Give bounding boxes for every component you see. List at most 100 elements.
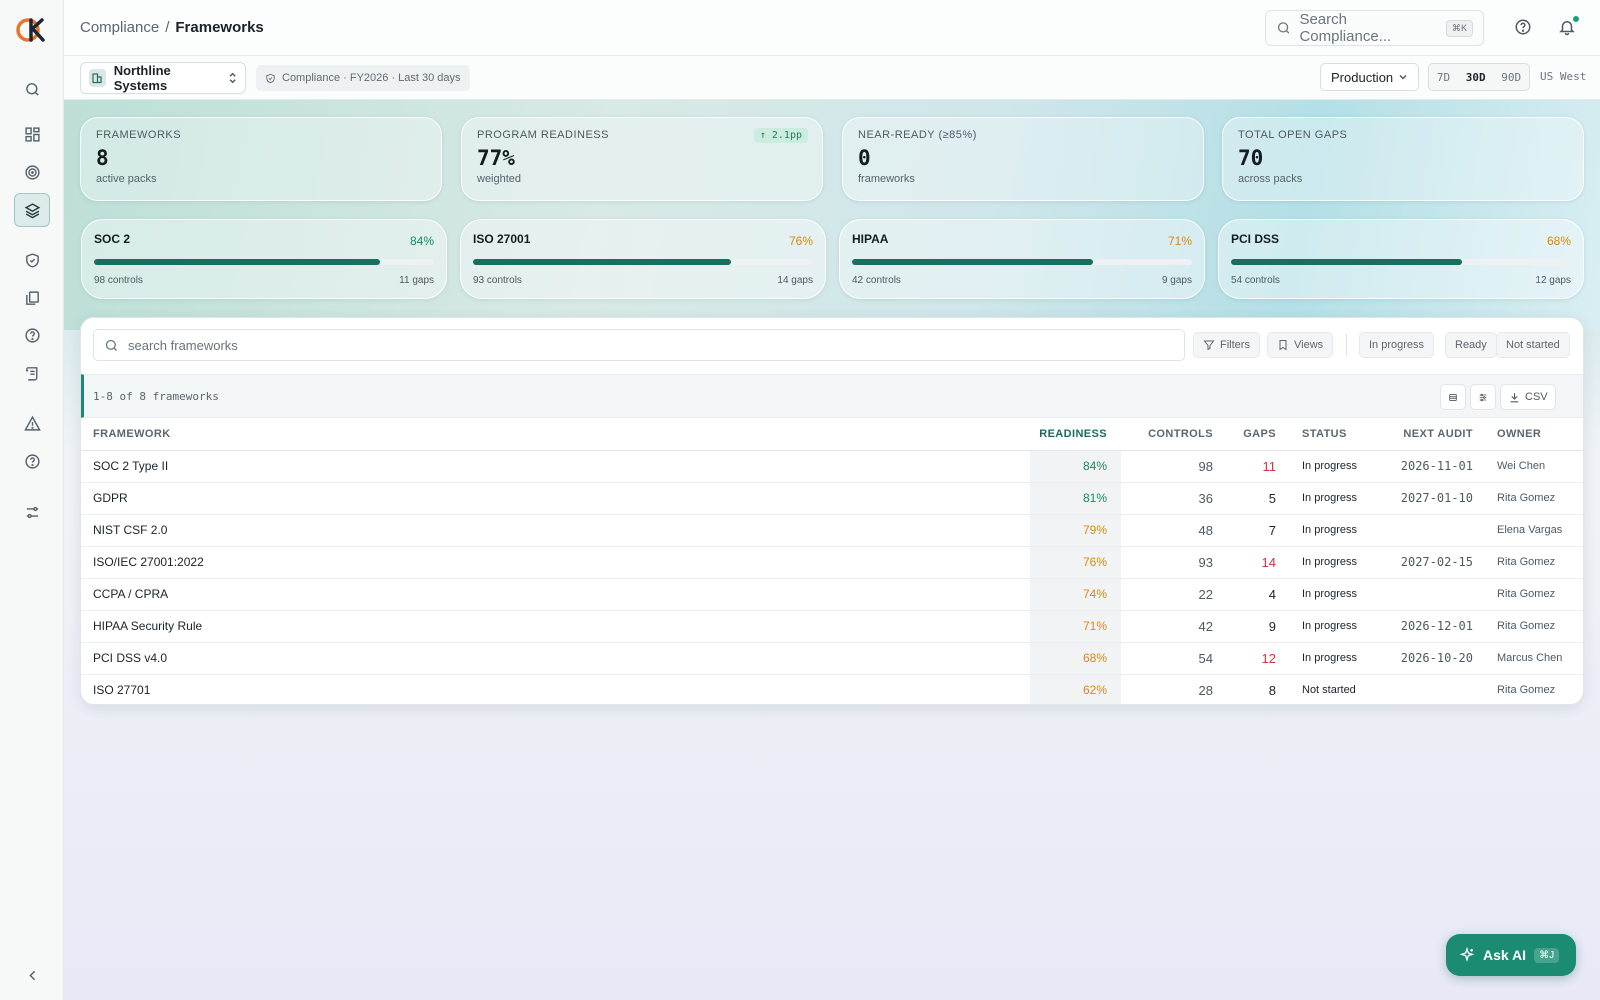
table-header-row: FRAMEWORK READINESS CONTROLS GAPS STATUS… (81, 418, 1583, 451)
filters-button[interactable]: Filters (1193, 332, 1260, 358)
kpi-value: 70 (1238, 146, 1264, 170)
app-logo[interactable] (16, 16, 48, 44)
notification-dot (1572, 15, 1580, 23)
cell-next-audit: 2026-10-20 (1394, 642, 1489, 675)
chip-not-started[interactable]: Not started (1496, 332, 1570, 358)
cell-status: In progress (1294, 642, 1394, 675)
cell-controls: 36 (1121, 482, 1221, 515)
range-90d[interactable]: 90D (1501, 71, 1521, 84)
cell-readiness: 68% (1030, 642, 1121, 675)
cell-gaps: 9 (1221, 610, 1294, 643)
search-shortcut: ⌘K (1445, 19, 1473, 37)
kpi-sub: frameworks (858, 173, 915, 185)
chip-in-progress[interactable]: In progress (1359, 332, 1435, 358)
target-icon[interactable] (14, 155, 50, 189)
layers-icon[interactable] (14, 193, 50, 227)
table-row[interactable]: HIPAA Security Rule 71% 42 9 In progress 2026… (81, 610, 1583, 643)
density-button[interactable] (1440, 384, 1466, 410)
cell-framework: NIST CSF 2.0 (81, 514, 1030, 547)
framework-card-gaps: 14 gaps (777, 275, 813, 286)
environment-value: Production (1331, 69, 1394, 85)
context-bar: Northline Systems Compliance · FY2026 · … (64, 56, 1600, 100)
kpi-near-ready: NEAR-READY (≥85%) 0 frameworks (842, 117, 1204, 201)
chevron-updown-icon (229, 72, 236, 84)
help-circle-icon[interactable] (14, 318, 50, 352)
sliders-icon[interactable] (14, 495, 50, 529)
col-next-audit[interactable]: NEXT AUDIT (1394, 418, 1489, 451)
search-icon (105, 339, 117, 351)
bell-icon[interactable] (1558, 15, 1580, 38)
cell-readiness: 62% (1030, 674, 1121, 704)
dashboard-icon[interactable] (14, 117, 50, 151)
progress-fill (473, 259, 732, 265)
table-row[interactable]: GDPR 81% 36 5 In progress 2027-01-10 Rita Gome… (81, 482, 1583, 515)
columns-settings-button[interactable] (1470, 384, 1496, 410)
chevron-down-icon (1399, 74, 1407, 80)
table-row[interactable]: PCI DSS v4.0 68% 54 12 In progress 2026-10-20… (81, 642, 1583, 675)
context-chip[interactable]: Compliance · FY2026 · Last 30 days (256, 65, 470, 91)
search-placeholder: Search Compliance... (1299, 11, 1392, 45)
table-row[interactable]: ISO/IEC 27001:2022 76% 93 14 In progress 2027… (81, 546, 1583, 579)
cell-controls: 98 (1121, 450, 1221, 483)
scroll-icon[interactable] (14, 356, 50, 390)
cell-controls: 93 (1121, 546, 1221, 579)
collapse-sidebar-icon[interactable] (14, 958, 50, 992)
kpi-sub: weighted (477, 173, 522, 185)
cell-readiness: 76% (1030, 546, 1121, 579)
table-row[interactable]: ISO 27701 62% 28 8 Not started Rita Gomez (81, 674, 1583, 704)
cell-controls: 42 (1121, 610, 1221, 643)
views-button[interactable]: Views (1267, 332, 1334, 358)
rows-icon (1449, 393, 1457, 401)
ask-ai-shortcut: ⌘J (1534, 947, 1560, 963)
environment-select[interactable]: Production (1320, 63, 1419, 91)
support-icon[interactable] (14, 444, 50, 478)
org-name: Northline Systems (113, 63, 171, 93)
kpi-value: 8 (96, 146, 109, 170)
framework-card-pcidss[interactable]: PCI DSS 68% 54 controls 12 gaps (1218, 219, 1584, 299)
col-status[interactable]: STATUS (1294, 418, 1394, 451)
table-row[interactable]: SOC 2 Type II 84% 98 11 In progress 2026-11-0… (81, 450, 1583, 483)
kpi-label: TOTAL OPEN GAPS (1238, 129, 1348, 141)
toolbar-divider (1346, 334, 1347, 356)
col-framework[interactable]: FRAMEWORK (81, 418, 1030, 451)
cell-gaps: 11 (1221, 450, 1294, 483)
bookmark-icon (1279, 340, 1287, 351)
cell-controls: 48 (1121, 514, 1221, 547)
table-row[interactable]: CCPA / CPRA 74% 22 4 In progress Rita Gomez (81, 578, 1583, 611)
csv-export-button[interactable]: CSV (1500, 384, 1556, 410)
breadcrumb-parent[interactable]: Compliance (80, 19, 159, 36)
cell-owner: Rita Gomez (1489, 610, 1583, 643)
framework-card-iso27001[interactable]: ISO 27001 76% 93 controls 14 gaps (460, 219, 826, 299)
search-icon (1277, 22, 1290, 34)
progress-fill (94, 259, 380, 265)
ask-ai-label: Ask AI (1483, 947, 1527, 963)
help-icon[interactable] (1514, 18, 1534, 38)
col-readiness[interactable]: READINESS (1030, 418, 1121, 451)
frameworks-table: FRAMEWORK READINESS CONTROLS GAPS STATUS… (81, 418, 1583, 704)
framework-card-soc2[interactable]: SOC 2 84% 98 controls 11 gaps (81, 219, 447, 299)
cell-next-audit: 2027-01-10 (1394, 482, 1489, 515)
col-owner[interactable]: OWNER (1489, 418, 1583, 451)
global-search-input[interactable]: Search Compliance... ⌘K (1265, 10, 1484, 46)
col-controls[interactable]: CONTROLS (1121, 418, 1221, 451)
cell-gaps: 7 (1221, 514, 1294, 547)
org-selector[interactable]: Northline Systems (80, 62, 246, 94)
cell-gaps: 14 (1221, 546, 1294, 579)
delta-badge: ↑ 2.1pp (753, 128, 808, 143)
chip-ready[interactable]: Ready (1445, 332, 1497, 358)
ask-ai-button[interactable]: Ask AI ⌘J (1446, 934, 1576, 976)
table-row[interactable]: NIST CSF 2.0 79% 48 7 In progress Elena Varga… (81, 514, 1583, 547)
col-gaps[interactable]: GAPS (1221, 418, 1294, 451)
documents-icon[interactable] (14, 281, 50, 315)
alert-triangle-icon[interactable] (14, 406, 50, 440)
framework-card-name: ISO 27001 (473, 232, 531, 246)
range-30d[interactable]: 30D (1466, 71, 1486, 84)
breadcrumb-separator: / (165, 19, 170, 36)
sliders-icon (1479, 393, 1487, 401)
shield-check-icon[interactable] (14, 243, 50, 277)
framework-card-hipaa[interactable]: HIPAA 71% 42 controls 9 gaps (839, 219, 1205, 299)
framework-search-input[interactable]: search frameworks (93, 329, 1185, 361)
top-header: Compliance / Frameworks Search Complianc… (64, 0, 1600, 56)
range-7d[interactable]: 7D (1437, 71, 1450, 84)
search-icon[interactable] (14, 72, 50, 106)
